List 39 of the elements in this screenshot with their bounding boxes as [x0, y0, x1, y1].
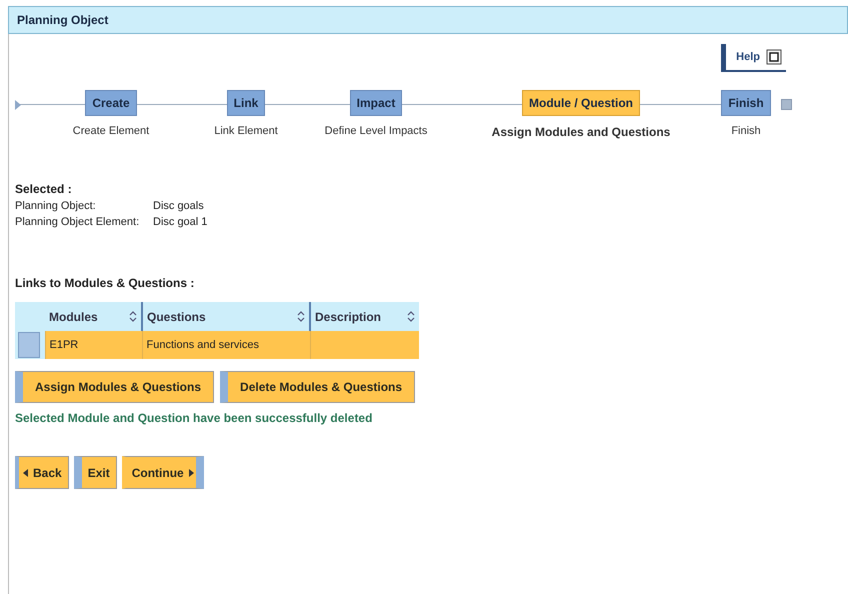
field-value: Disc goals — [153, 200, 204, 212]
exit-button[interactable]: Exit — [74, 456, 117, 489]
table-row[interactable]: E1PR Functions and services — [15, 331, 419, 359]
roadmap-step[interactable]: Finish — [721, 90, 771, 116]
sort-icon — [407, 311, 415, 322]
window-title: Planning Object — [17, 13, 108, 27]
column-header[interactable]: Description — [310, 302, 419, 331]
table-cell: E1PR — [45, 331, 142, 359]
left-arrow-icon — [23, 468, 28, 476]
roadmap-step[interactable]: Impact — [350, 90, 402, 116]
action-button[interactable]: Assign Modules & Questions — [15, 371, 214, 403]
table-cell: Functions and services — [142, 331, 310, 359]
section-title: Links to Modules & Questions : — [15, 276, 196, 290]
action-button[interactable]: Delete Modules & Questions — [220, 371, 416, 403]
roadmap-step[interactable]: Link — [226, 90, 266, 116]
column-header[interactable]: Modules — [45, 302, 142, 331]
sort-icon — [297, 311, 305, 322]
success-message: Selected Module and Question have been successfully deleted — [15, 411, 374, 425]
row-selector[interactable] — [18, 332, 40, 358]
roadmap-step[interactable]: Module / Question — [522, 90, 640, 116]
field-value: Disc goal 1 — [153, 216, 208, 228]
column-header[interactable]: Questions — [142, 302, 310, 331]
step-description: Define Level Impacts — [324, 125, 428, 137]
help-button[interactable]: Help — [721, 44, 786, 72]
step-description: Finish — [731, 125, 761, 137]
sort-icon — [129, 311, 137, 322]
step-description: Assign Modules and Questions — [492, 125, 670, 139]
field-label: Planning Object Element: — [15, 216, 140, 228]
step-description: Create Element — [72, 125, 150, 137]
roadmap-end-icon — [781, 99, 792, 110]
right-arrow-icon — [188, 468, 194, 476]
continue-button[interactable]: Continue — [122, 456, 204, 489]
roadmap-step[interactable]: Create — [85, 90, 137, 116]
back-button[interactable]: Back — [15, 456, 69, 489]
field-label: Planning Object: — [15, 200, 97, 212]
step-description: Link Element — [214, 125, 278, 137]
window-icon — [766, 49, 782, 65]
roadmap-start-icon — [15, 100, 21, 110]
section-title: Selected : — [15, 182, 73, 196]
